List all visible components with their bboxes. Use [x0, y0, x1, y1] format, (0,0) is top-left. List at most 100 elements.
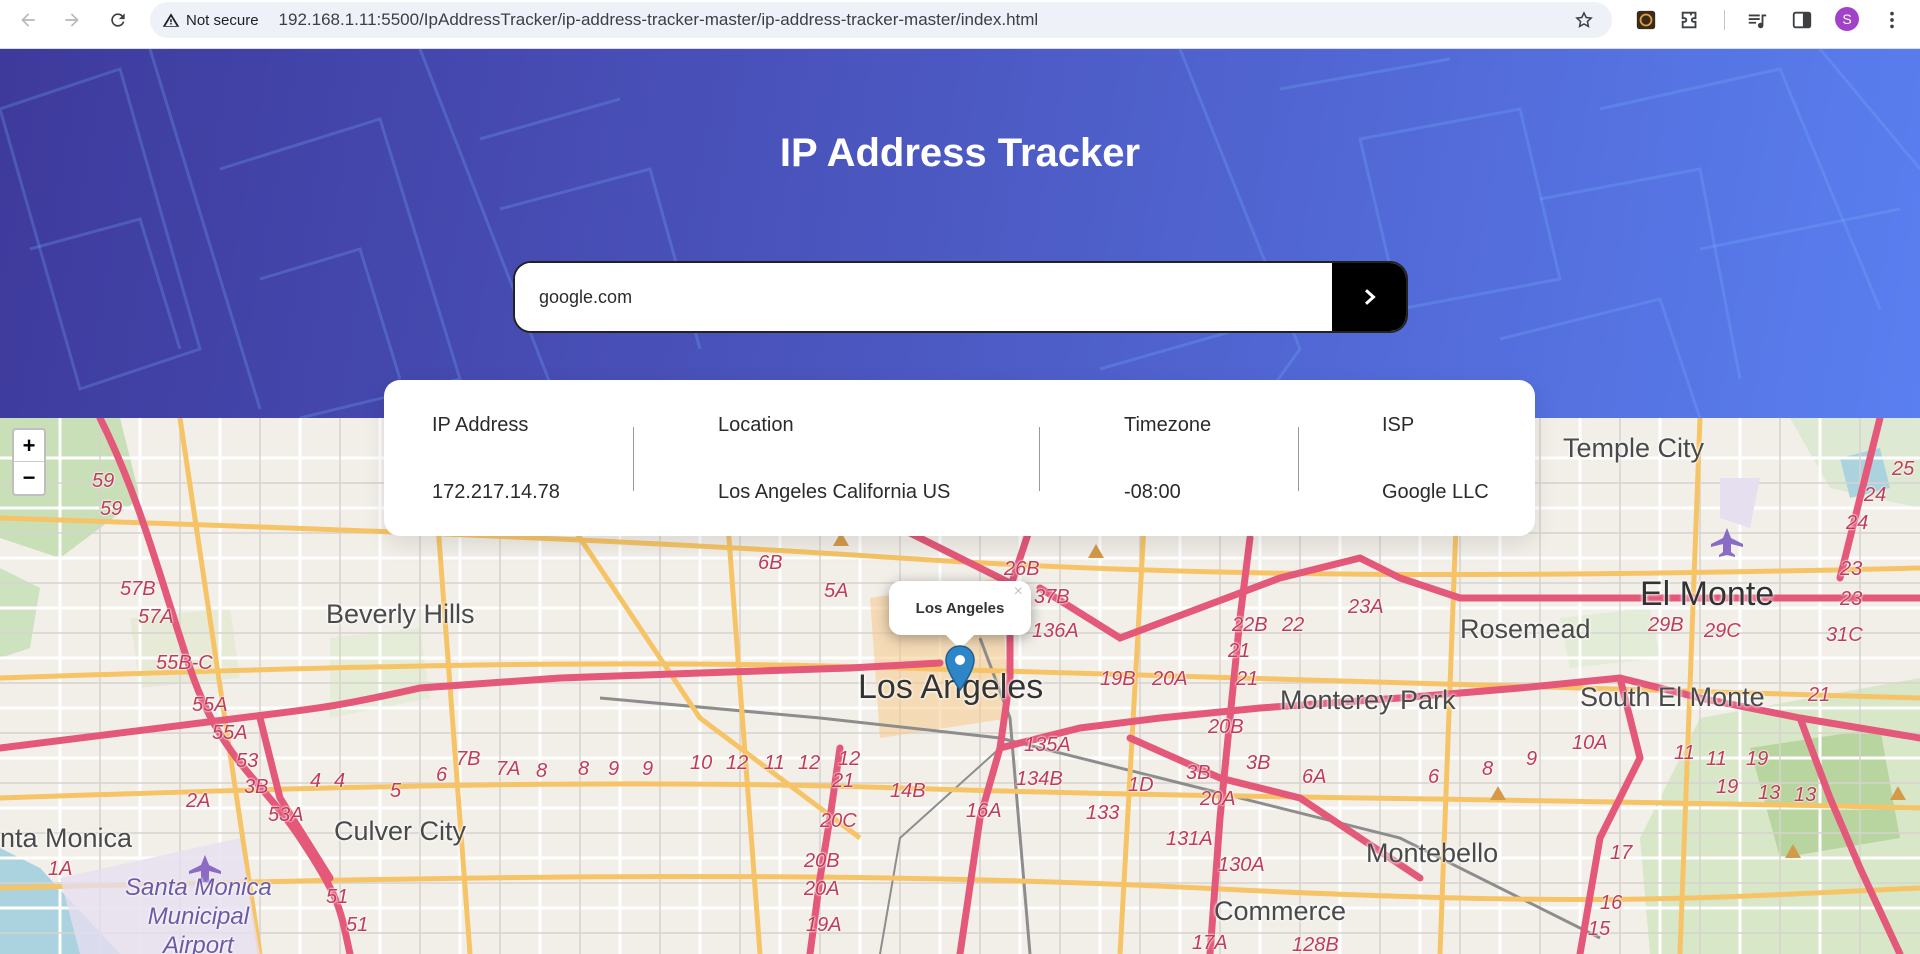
map-label-beverly-hills: Beverly Hills	[326, 599, 475, 629]
map-marker-icon[interactable]	[945, 645, 975, 691]
security-indicator[interactable]: Not secure	[162, 11, 259, 29]
ip-address-label: IP Address	[432, 414, 529, 436]
road-label: 37B	[1034, 586, 1070, 608]
road-label: 9	[1526, 748, 1538, 770]
extension-icon[interactable]	[1634, 8, 1658, 32]
road-label: 16A	[966, 800, 1002, 822]
road-label: 23A	[1348, 596, 1384, 618]
zoom-out-button[interactable]: −	[14, 462, 44, 494]
road-label: 11	[1706, 748, 1727, 770]
road-label: 59	[92, 470, 115, 492]
map-label-monterey-park: Monterey Park	[1280, 685, 1456, 715]
map-label-el-monte: El Monte	[1640, 575, 1775, 613]
road-label: 2A	[186, 790, 211, 812]
road-label: 59	[100, 498, 123, 520]
location-label: Location	[718, 414, 794, 436]
url-text[interactable]: 192.168.1.11:5500/IpAddressTracker/ip-ad…	[279, 10, 1039, 30]
road-label: 12	[838, 748, 861, 770]
location-popup: Los Angeles ×	[889, 581, 1031, 650]
road-label: 21	[1808, 684, 1831, 706]
road-label: 133	[1086, 802, 1120, 824]
road-label: 17	[1610, 842, 1633, 864]
road-label: 4	[310, 770, 322, 792]
road-label: 13	[1794, 784, 1817, 806]
road-label: 19B	[1100, 668, 1136, 690]
kebab-menu-icon[interactable]	[1880, 8, 1904, 32]
road-label: 23	[1840, 588, 1863, 610]
info-divider	[1298, 427, 1299, 491]
road-label: 17A	[1192, 932, 1228, 954]
map-label-culver-city: Culver City	[334, 816, 467, 846]
map-label-smo-airport: Santa Monica Municipal Airport	[125, 873, 272, 954]
road-label: 3B	[1186, 762, 1211, 784]
road-label: 53A	[268, 804, 304, 826]
page-title: IP Address Tracker	[779, 131, 1141, 175]
popup-close-button[interactable]: ×	[1014, 583, 1023, 601]
map-label-south-el-monte: South El Monte	[1580, 682, 1765, 712]
road-label: 5A	[824, 580, 849, 602]
back-arrow-icon[interactable]	[12, 4, 44, 36]
road-label: 22B	[1232, 614, 1268, 636]
road-label: 24	[1846, 512, 1869, 534]
road-label: 20B	[804, 850, 840, 872]
timezone-label: Timezone	[1124, 414, 1212, 436]
road-label: 4	[334, 770, 346, 792]
road-label: 9	[642, 758, 654, 780]
road-label: 11	[1674, 742, 1695, 764]
road-label: 20A	[804, 878, 840, 900]
road-label: 6	[436, 764, 448, 786]
road-label: 6B	[758, 552, 783, 574]
browser-toolbar: Not secure 192.168.1.11:5500/IpAddressTr…	[0, 0, 1920, 49]
road-label: 21	[832, 770, 855, 792]
road-label: 53	[236, 750, 259, 772]
isp-section: ISP Google LLC	[1382, 414, 1489, 504]
location-section: Location Los Angeles California US	[718, 414, 950, 504]
road-label: 19A	[806, 914, 842, 936]
zoom-in-button[interactable]: +	[14, 430, 44, 462]
address-bar[interactable]: Not secure 192.168.1.11:5500/IpAddressTr…	[150, 2, 1612, 38]
info-divider	[1039, 427, 1040, 491]
road-label: 23	[1840, 558, 1863, 580]
road-label: 8	[536, 760, 548, 782]
ip-domain-search-input[interactable]	[515, 263, 1332, 331]
profile-avatar[interactable]: S	[1835, 7, 1859, 31]
media-icon[interactable]	[1745, 8, 1769, 32]
road-label: 134B	[1016, 768, 1063, 790]
road-label: 55B-C	[156, 652, 213, 674]
road-label: 57B	[120, 578, 156, 600]
road-label: 20A	[1152, 668, 1188, 690]
map-label-commerce: Commerce	[1214, 896, 1347, 926]
road-label: 26B	[1004, 558, 1040, 580]
road-label: 1D	[1128, 774, 1154, 796]
road-label: 5	[390, 780, 402, 802]
map-label-montebello: Montebello	[1366, 838, 1499, 868]
warning-triangle-icon	[162, 13, 180, 27]
info-divider	[633, 427, 634, 491]
forward-arrow-icon[interactable]	[56, 4, 88, 36]
ip-info-card: IP Address 172.217.14.78 Location Los An…	[384, 380, 1535, 536]
road-label: 21	[1236, 668, 1259, 690]
isp-label: ISP	[1382, 414, 1415, 436]
hero-header: IP Address Tracker	[0, 49, 1920, 418]
map-label-temple-city: Temple City	[1563, 433, 1705, 463]
road-label: 14B	[890, 780, 926, 802]
location-value: Los Angeles California US	[718, 481, 951, 503]
puzzle-icon[interactable]	[1678, 8, 1702, 32]
road-label: 1A	[48, 858, 73, 880]
bookmark-star-icon[interactable]	[1574, 10, 1594, 30]
road-label: 16	[1600, 892, 1623, 914]
road-label: 20C	[820, 810, 857, 832]
road-label: 9	[608, 758, 620, 780]
security-text: Not secure	[186, 11, 259, 29]
road-label: 136A	[1032, 620, 1079, 642]
road-label: 51	[346, 914, 369, 936]
road-label: 31C	[1826, 624, 1863, 646]
map-zoom-control: + −	[12, 428, 46, 496]
road-label: 11	[764, 752, 785, 774]
road-label: 3B	[244, 776, 269, 798]
sidepanel-icon[interactable]	[1790, 8, 1814, 32]
search-submit-button[interactable]	[1332, 263, 1406, 331]
road-label: 10	[690, 752, 713, 774]
map-label-santa-monica: nta Monica	[0, 823, 133, 853]
reload-icon[interactable]	[102, 4, 134, 36]
